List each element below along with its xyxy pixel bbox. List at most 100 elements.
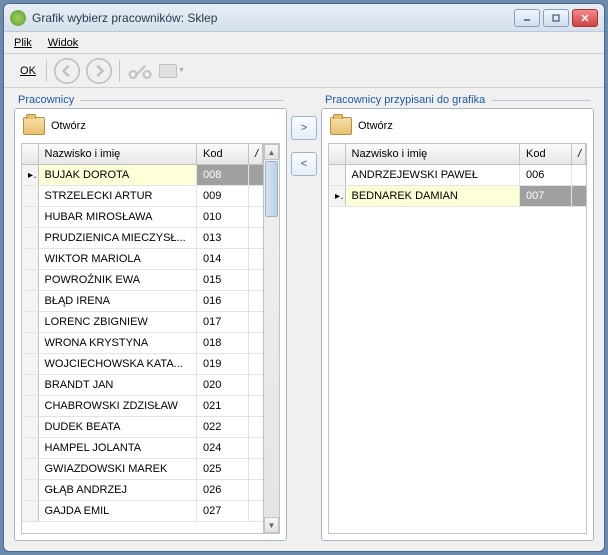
chevron-down-icon: ▼	[178, 67, 185, 74]
cell-code: 013	[197, 227, 249, 248]
cell-name: WIKTOR MARIOLA	[38, 248, 197, 269]
table-row[interactable]: LORENC ZBIGNIEW017	[22, 311, 263, 332]
open-label: Otwórz	[51, 120, 86, 132]
back-button[interactable]	[53, 57, 81, 85]
cell-mark	[249, 395, 263, 416]
cell-mark	[249, 185, 263, 206]
close-button[interactable]	[572, 9, 598, 27]
ok-label: OK	[20, 65, 36, 77]
table-row[interactable]: WIKTOR MARIOLA014	[22, 248, 263, 269]
cell-mark	[572, 164, 586, 185]
move-left-button[interactable]: <	[291, 152, 317, 176]
cell-code: 006	[520, 164, 572, 185]
minimize-button[interactable]	[514, 9, 540, 27]
cell-mark	[249, 479, 263, 500]
scroll-down-icon[interactable]: ▼	[264, 517, 279, 533]
cell-code: 022	[197, 416, 249, 437]
cell-mark	[249, 311, 263, 332]
cell-name: CHABROWSKI ZDZISŁAW	[38, 395, 197, 416]
table-row[interactable]: DUDEK BEATA022	[22, 416, 263, 437]
menu-view[interactable]: Widok	[48, 37, 79, 49]
tools-button[interactable]	[126, 57, 154, 85]
cell-name: HAMPEL JOLANTA	[38, 437, 197, 458]
row-header-col[interactable]	[329, 144, 345, 164]
table-row[interactable]: HUBAR MIROSŁAWA010	[22, 206, 263, 227]
cell-code: 015	[197, 269, 249, 290]
row-indicator-icon	[28, 169, 33, 181]
cell-name: LORENC ZBIGNIEW	[38, 311, 197, 332]
row-header-col[interactable]	[22, 144, 38, 164]
cell-name: BŁĄD IRENA	[38, 290, 197, 311]
print-button[interactable]: ▼	[158, 57, 186, 85]
table-row[interactable]: WRONA KRYSTYNA018	[22, 332, 263, 353]
cell-name: PRUDZIENICA MIECZYSŁ...	[38, 227, 197, 248]
printer-icon	[159, 64, 177, 78]
col-mark[interactable]: /	[249, 144, 263, 164]
col-code[interactable]: Kod	[520, 144, 572, 164]
cell-mark	[249, 458, 263, 479]
table-row[interactable]: BEDNAREK DAMIAN007	[329, 185, 586, 206]
ok-button[interactable]: OK	[12, 57, 40, 85]
table-row[interactable]: BRANDT JAN020	[22, 374, 263, 395]
divider	[119, 60, 120, 82]
menu-file[interactable]: Plik	[14, 37, 32, 49]
cell-code: 016	[197, 290, 249, 311]
table-row[interactable]: CHABROWSKI ZDZISŁAW021	[22, 395, 263, 416]
col-name[interactable]: Nazwisko i imię	[345, 144, 520, 164]
row-indicator-icon	[335, 190, 340, 202]
col-code[interactable]: Kod	[197, 144, 249, 164]
table-row[interactable]: STRZELECKI ARTUR009	[22, 185, 263, 206]
cell-mark	[249, 290, 263, 311]
cell-code: 017	[197, 311, 249, 332]
cell-name: DUDEK BEATA	[38, 416, 197, 437]
cell-name: GWIAZDOWSKI MAREK	[38, 458, 197, 479]
cell-name: GŁĄB ANDRZEJ	[38, 479, 197, 500]
table-row[interactable]: GŁĄB ANDRZEJ026	[22, 479, 263, 500]
table-row[interactable]: BŁĄD IRENA016	[22, 290, 263, 311]
toolbar: OK ▼	[4, 54, 604, 88]
right-panel: Pracownicy przypisani do grafika Otwórz …	[321, 94, 594, 541]
cell-mark	[249, 164, 263, 185]
scrollbar[interactable]: ▲ ▼	[263, 144, 279, 533]
left-panel-legend: Pracownicy	[14, 94, 287, 106]
cell-mark	[249, 500, 263, 521]
folder-icon	[330, 117, 352, 135]
content-area: Pracownicy Otwórz Nazwisko i imię	[4, 88, 604, 551]
window-title: Grafik wybierz pracowników: Sklep	[32, 11, 514, 25]
app-window: Grafik wybierz pracowników: Sklep Plik W…	[3, 3, 605, 552]
table-row[interactable]: POWROŹNIK EWA015	[22, 269, 263, 290]
menubar: Plik Widok	[4, 32, 604, 54]
cell-name: WOJCIECHOWSKA KATA...	[38, 353, 197, 374]
table-row[interactable]: WOJCIECHOWSKA KATA...019	[22, 353, 263, 374]
table-row[interactable]: ANDRZEJEWSKI PAWEŁ006	[329, 164, 586, 185]
scroll-track[interactable]	[264, 218, 279, 517]
table-row[interactable]: GAJDA EMIL027	[22, 500, 263, 521]
scroll-thumb[interactable]	[265, 161, 278, 217]
cell-code: 020	[197, 374, 249, 395]
cell-name: WRONA KRYSTYNA	[38, 332, 197, 353]
app-icon	[10, 10, 26, 26]
cell-name: HUBAR MIROSŁAWA	[38, 206, 197, 227]
table-row[interactable]: BUJAK DOROTA008	[22, 164, 263, 185]
left-panel: Pracownicy Otwórz Nazwisko i imię	[14, 94, 287, 541]
cell-mark	[249, 227, 263, 248]
divider	[46, 60, 47, 82]
maximize-button[interactable]	[543, 9, 569, 27]
cell-mark	[249, 206, 263, 227]
move-right-button[interactable]: >	[291, 116, 317, 140]
table-row[interactable]: PRUDZIENICA MIECZYSŁ...013	[22, 227, 263, 248]
open-button-left[interactable]: Otwórz	[21, 115, 280, 137]
open-button-right[interactable]: Otwórz	[328, 115, 587, 137]
cell-name: GAJDA EMIL	[38, 500, 197, 521]
col-name[interactable]: Nazwisko i imię	[38, 144, 197, 164]
forward-button[interactable]	[85, 57, 113, 85]
table-row[interactable]: HAMPEL JOLANTA024	[22, 437, 263, 458]
open-label: Otwórz	[358, 120, 393, 132]
cell-code: 021	[197, 395, 249, 416]
scroll-up-icon[interactable]: ▲	[264, 144, 279, 160]
col-mark[interactable]: /	[572, 144, 586, 164]
table-row[interactable]: GWIAZDOWSKI MAREK025	[22, 458, 263, 479]
cell-code: 018	[197, 332, 249, 353]
cell-name: STRZELECKI ARTUR	[38, 185, 197, 206]
cell-code: 007	[520, 185, 572, 206]
